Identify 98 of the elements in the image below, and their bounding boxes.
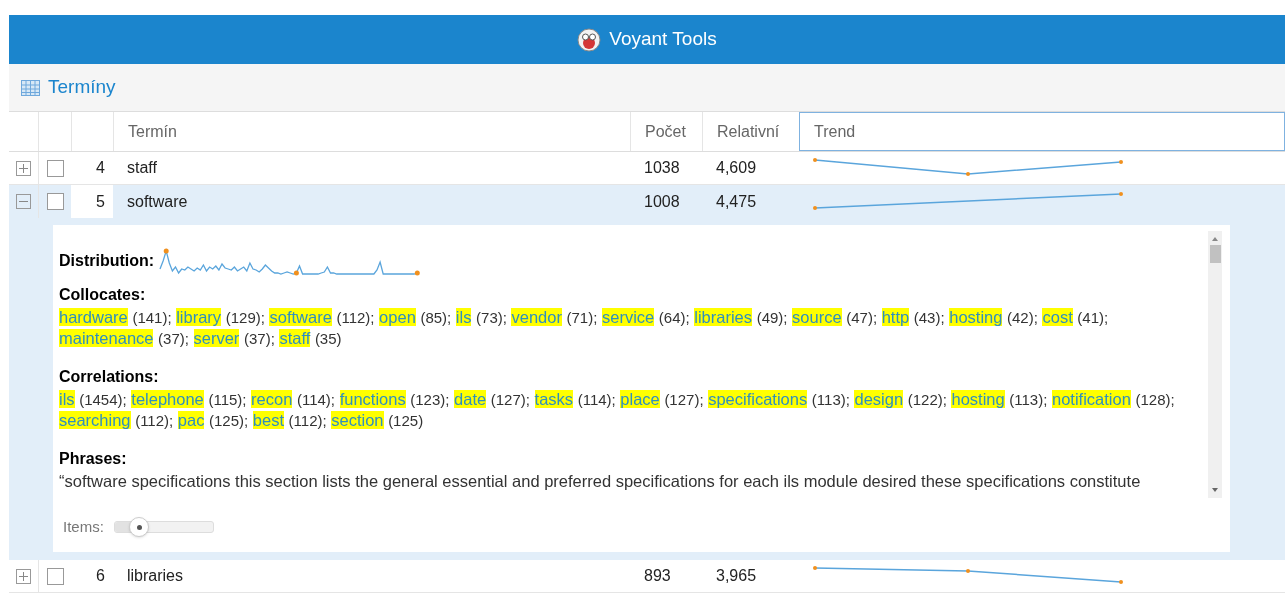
term-link[interactable]: hosting bbox=[949, 308, 1003, 326]
scroll-down-icon[interactable] bbox=[1211, 486, 1219, 494]
term-count: (114); bbox=[577, 391, 616, 408]
term-count: (122); bbox=[907, 391, 947, 408]
phrase-text: “software specifications this section lists the general essential and preferred specifications for each ils module desired these specifications constitute bbox=[59, 471, 1142, 492]
term-link[interactable]: library bbox=[176, 308, 222, 326]
term-count: (125); bbox=[209, 412, 249, 429]
section-heading: Phrases: bbox=[59, 449, 128, 469]
term-link[interactable]: design bbox=[854, 390, 904, 408]
expand-icon[interactable] bbox=[16, 160, 31, 176]
term-count: (115); bbox=[208, 391, 247, 408]
term-link[interactable]: telephone bbox=[131, 390, 204, 408]
slider-thumb[interactable] bbox=[129, 517, 150, 538]
rank-cell-text: 4 bbox=[96, 158, 105, 178]
term-count: (47); bbox=[846, 309, 878, 326]
term-count: (112); bbox=[135, 412, 174, 429]
term-link[interactable]: software bbox=[269, 308, 332, 326]
term-link[interactable]: cost bbox=[1042, 308, 1073, 326]
term-link[interactable]: maintenance bbox=[59, 329, 154, 347]
row-checkbox[interactable] bbox=[46, 193, 64, 210]
section-heading: Correlations: bbox=[59, 367, 160, 387]
collapse-icon[interactable] bbox=[16, 194, 31, 209]
term-count: (129); bbox=[225, 309, 265, 326]
owl-logo-icon bbox=[577, 27, 602, 52]
term-link[interactable]: searching bbox=[59, 411, 131, 429]
term-count: (35) bbox=[314, 330, 342, 347]
rank-cell-text: 6 bbox=[96, 566, 105, 586]
term-count: (112); bbox=[336, 309, 375, 326]
term-link[interactable]: vendor bbox=[511, 308, 562, 326]
term-link[interactable]: notification bbox=[1051, 390, 1131, 408]
term-count: (112); bbox=[288, 412, 327, 429]
term-count: (1454); bbox=[79, 391, 127, 408]
term-link[interactable]: http bbox=[881, 308, 910, 326]
column-header[interactable]: Počet bbox=[630, 112, 702, 151]
term-link[interactable]: specifications bbox=[708, 390, 808, 408]
scrollbar[interactable] bbox=[1208, 231, 1222, 498]
term-count: (141); bbox=[132, 309, 172, 326]
term-count: (41); bbox=[1077, 309, 1109, 326]
section-heading: Collocates: bbox=[59, 285, 147, 305]
table-row[interactable]: 5 software 1008 4,475 bbox=[9, 185, 1285, 218]
column-header[interactable]: Trend bbox=[799, 112, 1285, 151]
row-checkbox[interactable] bbox=[46, 567, 64, 585]
rank-cell-text: 5 bbox=[96, 191, 105, 212]
term-link[interactable]: ils bbox=[455, 308, 472, 326]
term-count: (37); bbox=[158, 330, 189, 347]
relative-cell: 3,965 bbox=[716, 567, 757, 584]
term-count: (85); bbox=[420, 309, 452, 326]
term-link[interactable]: section bbox=[331, 411, 384, 429]
count-cell: 1038 bbox=[644, 159, 680, 176]
term-count: (127); bbox=[490, 391, 530, 408]
table-row[interactable]: 6 libraries 893 3,965 bbox=[9, 560, 1285, 593]
term-count: (42); bbox=[1007, 309, 1038, 326]
expand-icon[interactable] bbox=[16, 568, 31, 584]
table-icon bbox=[21, 79, 40, 96]
panel-title: Termíny bbox=[48, 75, 116, 100]
term-count: (123); bbox=[410, 391, 450, 408]
term-count: (128); bbox=[1135, 391, 1175, 408]
term-link[interactable]: libraries bbox=[694, 308, 753, 326]
term-count: (49); bbox=[756, 309, 788, 326]
term-link[interactable]: ils bbox=[59, 390, 75, 408]
term-count: (71); bbox=[566, 309, 598, 326]
term-count: (73); bbox=[476, 309, 507, 326]
term-count: (127); bbox=[664, 391, 704, 408]
term-count: (113); bbox=[1009, 391, 1048, 408]
term-link[interactable]: date bbox=[454, 390, 487, 408]
term-link[interactable]: source bbox=[792, 308, 842, 326]
term-count: (43); bbox=[913, 309, 945, 326]
term-link[interactable]: pac bbox=[177, 411, 205, 429]
scroll-up-icon[interactable] bbox=[1211, 235, 1219, 243]
term-link[interactable]: server bbox=[193, 329, 240, 347]
items-label: Items: bbox=[63, 517, 104, 537]
term-count: (114); bbox=[296, 391, 336, 408]
term-link[interactable]: hardware bbox=[59, 308, 128, 326]
section-heading: Distribution: bbox=[59, 251, 155, 271]
term-cell: software bbox=[127, 192, 188, 210]
row-checkbox[interactable] bbox=[46, 159, 64, 177]
term-link[interactable]: service bbox=[601, 308, 655, 326]
column-header[interactable]: Relativní bbox=[702, 112, 799, 151]
scroll-thumb[interactable] bbox=[1209, 245, 1221, 263]
relative-cell: 4,609 bbox=[716, 159, 757, 176]
count-cell: 1008 bbox=[644, 192, 680, 210]
term-link[interactable]: place bbox=[620, 390, 660, 408]
term-count: (125) bbox=[388, 412, 424, 429]
term-link[interactable]: hosting bbox=[951, 390, 1005, 408]
column-header[interactable]: Termín bbox=[113, 112, 630, 151]
term-cell: staff bbox=[127, 159, 157, 176]
term-link[interactable]: recon bbox=[251, 390, 293, 408]
app-title: Voyant Tools bbox=[609, 27, 717, 52]
term-cell: libraries bbox=[127, 567, 183, 584]
term-count: (64); bbox=[658, 309, 690, 326]
count-cell: 893 bbox=[644, 567, 671, 584]
term-count: (113); bbox=[811, 391, 850, 408]
term-link[interactable]: open bbox=[379, 308, 416, 326]
term-link[interactable]: best bbox=[252, 411, 284, 429]
term-link[interactable]: functions bbox=[339, 390, 406, 408]
term-count: (37); bbox=[243, 330, 275, 347]
table-row[interactable]: 4 staff 1038 4,609 bbox=[9, 152, 1285, 185]
relative-cell: 4,475 bbox=[716, 192, 757, 210]
